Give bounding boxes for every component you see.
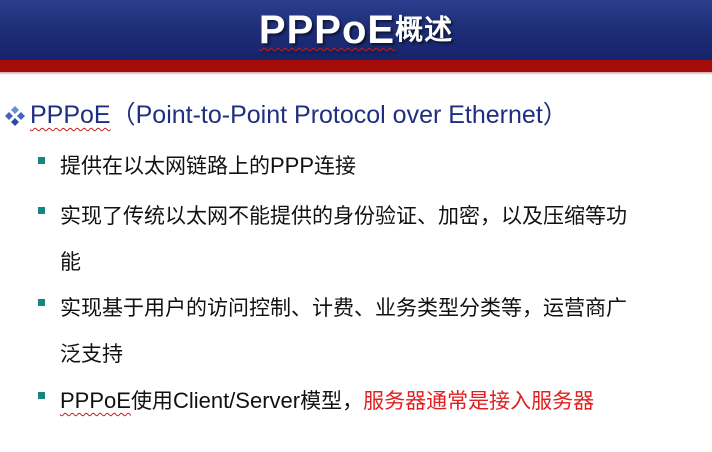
bullet-segment: PPPoE xyxy=(60,388,131,413)
square-bullet-icon xyxy=(38,299,45,306)
bullet-segment: 模型， xyxy=(300,389,364,413)
square-bullet-icon xyxy=(38,207,45,214)
accent-band xyxy=(0,60,712,72)
bullet-line: 实现了传统以太网不能提供的身份验证、加密，以及压缩等功 xyxy=(60,204,627,228)
bullet-text: 实现了传统以太网不能提供的身份验证、加密，以及压缩等功能 xyxy=(60,193,710,285)
title-suffix: 概述 xyxy=(395,14,454,45)
bullet-segment: Client/Server xyxy=(172,388,301,413)
bullet-line: 实现基于用户的访问控制、计费、业务类型分类等，运营商广 xyxy=(60,296,627,320)
bullet-text: 提供在以太网链路上的PPP连接 xyxy=(60,143,710,189)
diamond-cluster-icon xyxy=(5,106,25,126)
square-bullet-icon xyxy=(38,392,45,399)
heading-text: PPPoE（Point-to-Point Protocol over Ether… xyxy=(30,97,568,133)
bullet-segment: 连接 xyxy=(314,154,357,178)
bullet-segment: PPP xyxy=(270,153,315,178)
bullet-segment: 使用 xyxy=(130,389,173,413)
square-bullet-icon xyxy=(38,157,45,164)
bullet-text: PPPoE使用Client/Server模型，服务器通常是接入服务器 xyxy=(60,378,710,424)
bullet-segment: 提供在以太网链路上的 xyxy=(60,154,270,178)
heading-expansion: （Point-to-Point Protocol over Ethernet） xyxy=(110,101,568,129)
title-bar: PPPoE概述 xyxy=(0,0,712,60)
heading-acronym: PPPoE xyxy=(30,101,111,129)
bullet-text: 实现基于用户的访问控制、计费、业务类型分类等，运营商广 泛支持 xyxy=(60,285,710,377)
bullet-line: 泛支持 xyxy=(60,342,123,366)
bullet-line: 能 xyxy=(60,250,81,274)
title-acronym: PPPoE xyxy=(258,8,396,52)
slide-title: PPPoE概述 xyxy=(0,2,712,58)
highlighted-text: 服务器通常是接入服务器 xyxy=(363,389,595,413)
accent-band-shadow xyxy=(0,72,712,75)
